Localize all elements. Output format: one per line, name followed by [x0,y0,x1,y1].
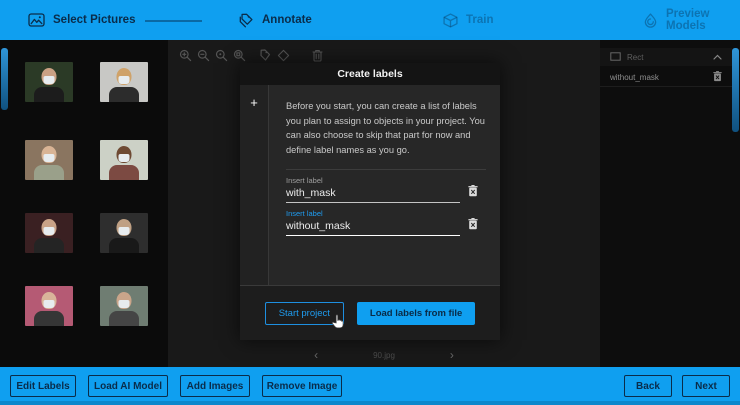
edit-labels-button[interactable]: Edit Labels [10,375,76,397]
load-ai-model-button[interactable]: Load AI Model [88,375,168,397]
label-tag-icon[interactable] [256,47,274,63]
flame-icon [643,13,658,28]
load-labels-from-file-button[interactable]: Load labels from file [357,302,475,325]
image-thumbnail[interactable] [25,140,73,180]
image-thumbnail[interactable] [100,213,148,253]
image-thumbnail[interactable] [25,286,73,326]
image-thumbnail[interactable] [100,140,148,180]
cube-icon [443,13,458,28]
canvas-toolbar [176,47,326,63]
label-input-row: Insert label without_mask [286,209,486,236]
chevron-up-icon[interactable] [713,53,722,62]
back-button[interactable]: Back [624,375,672,397]
shape-tool-row[interactable]: Rect [600,48,732,66]
zoom-in-icon[interactable] [176,47,194,63]
step-train[interactable]: Train [443,0,493,40]
modal-title: Create labels [240,63,500,85]
step-label: Annotate [262,14,312,26]
delete-annotation-icon[interactable] [308,47,326,63]
bottom-toolbar: Edit Labels Load AI Model Add Images Rem… [0,367,740,405]
remove-image-button[interactable]: Remove Image [262,375,342,397]
label-input[interactable]: with_mask [286,187,460,203]
step-label: Preview Models [666,8,740,32]
add-label-button[interactable]: + [250,96,258,285]
step-connector [145,20,202,22]
modal-description: Before you start, you can create a list … [286,99,486,158]
modal-footer: Start project Load labels from file [240,285,500,340]
polygon-icon[interactable] [274,47,292,63]
input-caption: Insert label [286,209,460,218]
next-button[interactable]: Next [682,375,730,397]
label-input[interactable]: without_mask [286,220,460,236]
zoom-reset-icon[interactable] [212,47,230,63]
delete-label-icon[interactable] [460,218,486,236]
modal-content: Before you start, you can create a list … [269,85,500,285]
delete-label-icon[interactable] [713,71,722,84]
delete-label-icon[interactable] [460,185,486,203]
image-gallery-panel [0,40,168,367]
step-select-pictures[interactable]: Select Pictures [28,0,135,40]
step-header: Select Pictures Annotate Train P [0,0,740,40]
previous-image-icon[interactable]: ‹ [314,349,318,361]
picture-icon [28,13,45,27]
next-image-icon[interactable]: › [450,349,454,361]
labels-panel: Rect without_mask [600,40,740,367]
image-thumbnail[interactable] [100,286,148,326]
image-thumbnail[interactable] [100,62,148,102]
label-list-item[interactable]: without_mask [600,68,732,87]
input-caption: Insert label [286,176,460,185]
step-annotate[interactable]: Annotate [238,0,312,40]
image-pager: ‹ 90.jpg › [168,346,600,364]
image-thumbnail[interactable] [25,213,73,253]
gallery-scrollbar[interactable] [1,48,8,110]
label-name: without_mask [610,73,659,82]
create-labels-modal: Create labels + Before you start, you ca… [240,63,500,340]
step-label: Train [466,14,493,26]
labels-scrollbar[interactable] [732,48,739,132]
image-thumbnail[interactable] [25,62,73,102]
step-preview-models[interactable]: Preview Models [643,0,740,40]
shape-tool-label: Rect [627,53,643,62]
zoom-out-icon[interactable] [194,47,212,63]
start-project-button[interactable]: Start project [265,302,344,325]
rect-tool-icon [610,52,621,63]
modal-left-rail: + [240,85,269,285]
divider [286,169,486,170]
step-label: Select Pictures [53,14,135,26]
current-image-filename: 90.jpg [373,351,395,360]
zoom-fit-icon[interactable] [230,47,248,63]
tag-icon [238,13,254,28]
add-images-button[interactable]: Add Images [180,375,250,397]
label-input-row: Insert label with_mask [286,176,486,203]
